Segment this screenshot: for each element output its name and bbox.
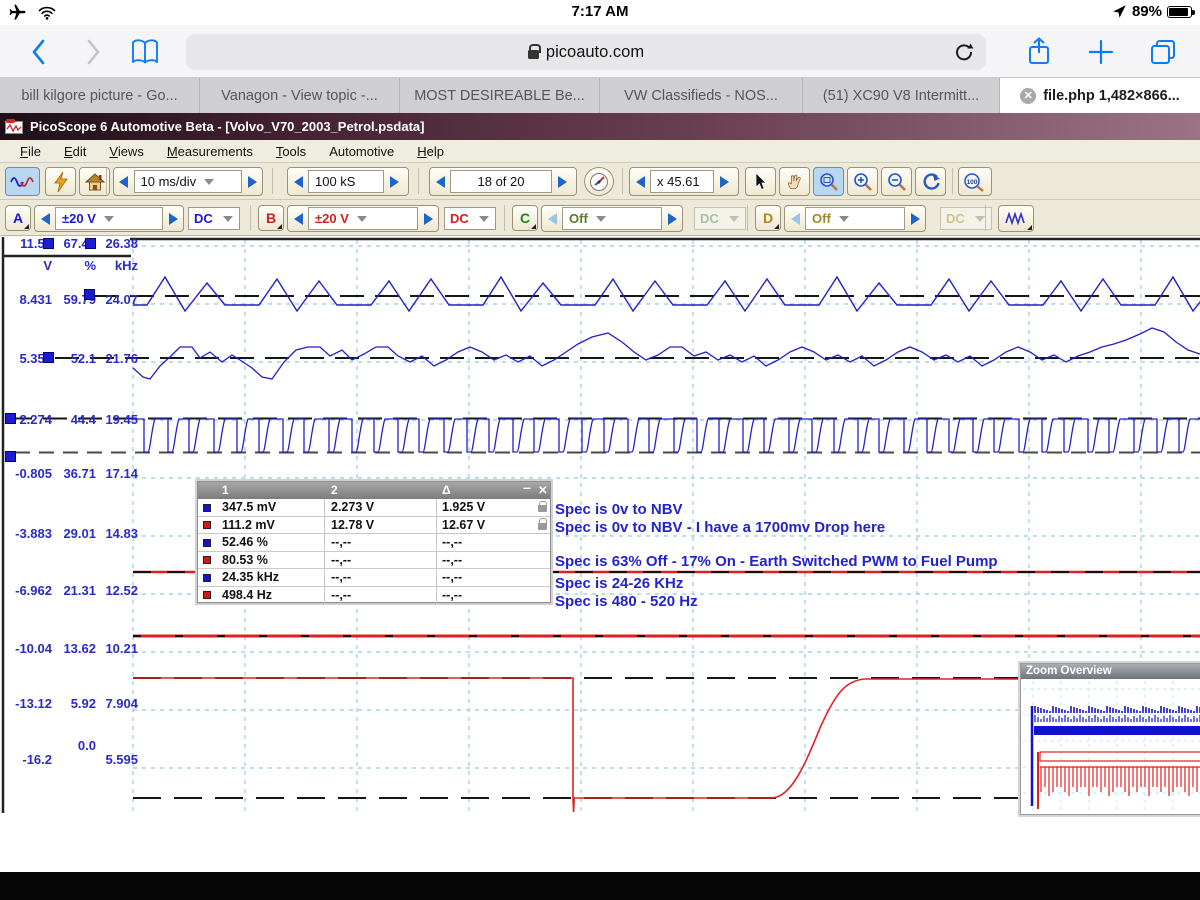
axis-value: 26.38 — [96, 236, 138, 251]
channel-scale-handle[interactable] — [43, 238, 54, 249]
axis-value: 44.4 — [54, 412, 96, 427]
measurement-delta: --,-- — [442, 588, 462, 602]
axis-value: 52.1 — [54, 351, 96, 366]
col-1-header: 1 — [222, 483, 229, 497]
axis-value: 14.83 — [96, 526, 138, 541]
axis-value: -3.883 — [2, 526, 52, 541]
measurement-value-2: 2.273 V — [331, 500, 374, 514]
measurement-value-2: --,-- — [331, 535, 351, 549]
axis-value: 10.21 — [96, 641, 138, 656]
axis-value: 24.07 — [96, 292, 138, 307]
scope-note[interactable]: Spec is 0v to NBV — [555, 501, 683, 518]
measurement-value-1: 111.2 mV — [222, 518, 275, 532]
measurement-row[interactable]: 347.5 mV 2.273 V 1.925 V — [198, 499, 550, 517]
axis-value: 12.52 — [96, 583, 138, 598]
axis-value: 21.31 — [54, 583, 96, 598]
measurement-value-1: 498.4 Hz — [222, 588, 272, 602]
axis-value: 8.431 — [2, 292, 52, 307]
blue-channel-marker-icon — [203, 574, 211, 582]
measurement-delta: 1.925 V — [442, 500, 485, 514]
channel-scale-handle[interactable] — [84, 289, 95, 300]
scope-note[interactable]: Spec is 63% Off - 17% On - Earth Switche… — [555, 553, 998, 570]
channel-scale-handle[interactable] — [43, 352, 54, 363]
channel-scale-handle[interactable] — [5, 451, 16, 462]
measurement-row[interactable]: 24.35 kHz --,-- --,-- — [198, 569, 550, 587]
axis-value: 7.904 — [96, 696, 138, 711]
axis-value: kHz — [96, 258, 138, 273]
axis-value: -13.12 — [2, 696, 52, 711]
col-delta-header: Δ — [442, 483, 451, 497]
axis-label-row: 5.35252.121.76 — [0, 351, 140, 366]
red-channel-marker-icon — [203, 521, 211, 529]
scope-note[interactable]: Spec is 0v to NBV - I have a 1700mv Drop… — [555, 519, 885, 536]
blue-channel-marker-icon — [203, 539, 211, 547]
axis-value: % — [54, 258, 96, 273]
axis-value: 21.76 — [96, 351, 138, 366]
scope-note[interactable]: Spec is 480 - 520 Hz — [555, 593, 698, 610]
measurement-value-1: 24.35 kHz — [222, 570, 279, 584]
axis-value: 5.92 — [54, 696, 96, 711]
axis-value: V — [2, 258, 52, 273]
axis-value: -6.962 — [2, 583, 52, 598]
minimize-panel-button[interactable]: – — [523, 479, 531, 495]
zoom-overview-title: Zoom Overview — [1021, 664, 1200, 679]
measurement-value-2: --,-- — [331, 553, 351, 567]
axis-label-row: -10.0413.6210.21 — [0, 641, 140, 656]
screen: 7:17 AM 89% picoauto.com — [0, 0, 1200, 900]
measurement-delta: --,-- — [442, 553, 462, 567]
axis-label-row: -13.125.927.904 — [0, 696, 140, 711]
measurement-value-1: 347.5 mV — [222, 500, 276, 514]
col-2-header: 2 — [331, 483, 338, 497]
axis-value: 5.595 — [96, 752, 138, 767]
zoom-overview-minimap[interactable] — [1021, 679, 1200, 812]
measurement-row[interactable]: 52.46 % --,-- --,-- — [198, 534, 550, 552]
measurements-header: 1 2 Δ – ✕ — [198, 482, 550, 499]
axis-label-row: -0.80536.7117.14 — [0, 466, 140, 481]
axis-value: 29.01 — [54, 526, 96, 541]
axis-label-row: 2.27444.419.45 — [0, 412, 140, 427]
channel-scale-handle[interactable] — [5, 413, 16, 424]
axis-label-row: 8.43159.7924.07 — [0, 292, 140, 307]
close-panel-button[interactable]: ✕ — [538, 483, 548, 497]
measurement-row[interactable]: 111.2 mV 12.78 V 12.67 V — [198, 517, 550, 535]
zoom-overview-window[interactable]: Zoom Overview — [1020, 663, 1200, 815]
axis-label-row: -6.96221.3112.52 — [0, 583, 140, 598]
axis-value: 19.45 — [96, 412, 138, 427]
axis-value: -0.805 — [2, 466, 52, 481]
measurement-value-2: 12.78 V — [331, 518, 374, 532]
measurement-value-2: --,-- — [331, 588, 351, 602]
axis-value: 17.14 — [96, 466, 138, 481]
axis-label-row: -3.88329.0114.83 — [0, 526, 140, 541]
axis-label-row: 0.0 — [0, 738, 140, 753]
measurement-value-1: 52.46 % — [222, 535, 268, 549]
measurements-panel[interactable]: 1 2 Δ – ✕ 347.5 mV 2.273 V 1.925 V 111.2 mV… — [197, 481, 551, 603]
axis-value: -10.04 — [2, 641, 52, 656]
red-channel-marker-icon — [203, 591, 211, 599]
axis-label-row: 11.5167.4926.38 — [0, 236, 140, 251]
axis-value: -16.2 — [2, 752, 52, 767]
measurement-value-1: 80.53 % — [222, 553, 268, 567]
red-channel-marker-icon — [203, 556, 211, 564]
lock-icon — [538, 505, 547, 512]
measurement-row[interactable]: 80.53 % --,-- --,-- — [198, 552, 550, 570]
measurement-delta: --,-- — [442, 570, 462, 584]
measurement-row[interactable]: 498.4 Hz --,-- --,-- — [198, 587, 550, 605]
measurement-value-2: --,-- — [331, 570, 351, 584]
axis-value: 13.62 — [54, 641, 96, 656]
channel-scale-handle[interactable] — [85, 238, 96, 249]
lock-icon — [538, 523, 547, 530]
measurement-delta: 12.67 V — [442, 518, 485, 532]
measurement-delta: --,-- — [442, 535, 462, 549]
scope-note[interactable]: Spec is 24-26 KHz — [555, 575, 683, 592]
axis-value: 0.0 — [54, 738, 96, 753]
axis-label-row: -16.2 5.595 — [0, 752, 140, 767]
blue-channel-marker-icon — [203, 504, 211, 512]
axis-label-row: V%kHz — [0, 258, 140, 273]
axis-value: 36.71 — [54, 466, 96, 481]
